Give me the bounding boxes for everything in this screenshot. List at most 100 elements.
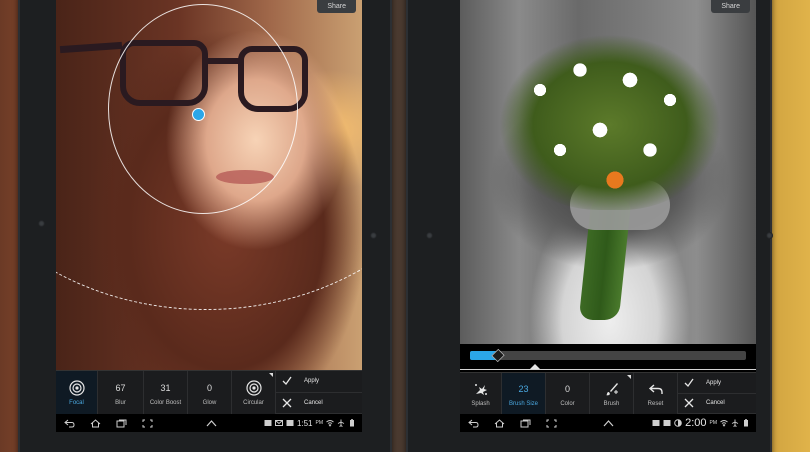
slider-divider (460, 369, 756, 370)
back-button[interactable] (56, 419, 82, 428)
recent-apps-button[interactable] (108, 419, 134, 428)
splash-icon (474, 383, 487, 395)
sensor-dot (370, 232, 377, 239)
tool-glow-label: Glow (202, 399, 217, 406)
tool-blur[interactable]: 67 Blur (98, 371, 144, 414)
tool-color-boost[interactable]: 31 Color Boost (144, 371, 188, 414)
chevron-up-icon (207, 419, 217, 426)
home-button[interactable] (486, 418, 512, 428)
portrait-photo (56, 0, 362, 370)
share-button[interactable]: Share (317, 0, 356, 13)
close-icon (684, 398, 694, 408)
back-arrow-icon (467, 419, 479, 427)
share-button[interactable]: Share (711, 0, 750, 13)
status-area: 1:51 PM (264, 419, 362, 428)
screenshot-button[interactable] (134, 419, 160, 428)
menu-up-button[interactable] (595, 419, 621, 428)
tool-blur-label: Blur (115, 399, 126, 406)
close-icon (282, 398, 292, 408)
status-clock: 1:51 (296, 418, 313, 428)
apply-button[interactable]: Apply (678, 373, 756, 394)
bouquet-photo (460, 0, 756, 344)
tool-splash[interactable]: Splash (460, 373, 502, 414)
tablet-left: Share Focal 67 Blur 31 Color Boost 0 Glo… (18, 0, 392, 452)
back-arrow-icon (63, 419, 75, 427)
chevron-up-icon (603, 419, 613, 426)
home-icon (494, 418, 504, 427)
tool-color[interactable]: 0 Color (546, 373, 590, 414)
apply-label: Apply (706, 379, 722, 386)
front-camera (426, 232, 433, 239)
submenu-indicator-icon (627, 375, 631, 379)
photo-notification-icon (286, 420, 294, 426)
tool-color-value: 0 (564, 383, 570, 394)
apply-label: Apply (304, 378, 320, 385)
cancel-label: Cancel (706, 400, 725, 407)
airplane-mode-icon (731, 419, 739, 427)
battery-icon (744, 419, 749, 427)
checkmark-icon (282, 376, 292, 386)
status-clock: 2:00 (685, 417, 707, 429)
recent-apps-icon (520, 419, 530, 427)
recent-apps-button[interactable] (512, 419, 538, 428)
back-button[interactable] (460, 419, 486, 428)
screenshot-button[interactable] (538, 419, 564, 428)
tool-circular[interactable]: Circular (232, 371, 276, 414)
tool-reset-label: Reset (647, 400, 664, 407)
tool-color-boost-value: 31 (160, 382, 171, 393)
screenshot-icon (546, 419, 556, 427)
tool-color-boost-label: Color Boost (149, 399, 182, 406)
gallery-notification-icon (264, 420, 272, 426)
action-group: Apply Cancel (276, 371, 362, 414)
photo-notification-icon (663, 420, 671, 426)
tool-focal-label: Focal (69, 399, 84, 406)
recent-apps-icon (116, 419, 126, 427)
contrast-icon (674, 419, 682, 427)
battery-icon (350, 419, 355, 427)
tool-brush-size-label: Brush Size (508, 400, 538, 407)
home-icon (90, 418, 100, 427)
apply-button[interactable]: Apply (276, 371, 362, 393)
tool-brush-size-value: 23 (518, 383, 529, 394)
tool-brush-size[interactable]: 23 Brush Size (502, 373, 546, 414)
focal-target-icon (68, 379, 85, 396)
tool-reset[interactable]: Reset (634, 373, 678, 414)
screen-splash-editor: Share Splash 23 Brush Size 0 Color Brush… (460, 0, 756, 432)
tablet-right: Share Splash 23 Brush Size 0 Color Brush… (406, 0, 773, 452)
cancel-label: Cancel (304, 399, 323, 406)
submenu-indicator-icon (269, 373, 273, 377)
sensor-dot (766, 232, 773, 239)
tool-bar-splash: Splash 23 Brush Size 0 Color Brush Reset (460, 372, 756, 414)
wifi-icon (326, 420, 334, 427)
tool-glow[interactable]: 0 Glow (188, 371, 232, 414)
status-ampm: PM (315, 420, 324, 426)
cancel-button[interactable]: Cancel (678, 394, 756, 414)
cancel-button[interactable]: Cancel (276, 393, 362, 414)
screen-focal-editor: Share Focal 67 Blur 31 Color Boost 0 Glo… (56, 0, 362, 432)
mail-notification-icon (274, 420, 283, 426)
tool-brush[interactable]: Brush (590, 373, 634, 414)
tool-focal[interactable]: Focal (56, 371, 98, 414)
home-button[interactable] (82, 418, 108, 428)
circular-target-icon (245, 379, 262, 396)
airplane-mode-icon (337, 419, 345, 427)
glasses-arm (59, 41, 123, 54)
brush-size-slider[interactable] (470, 348, 746, 363)
gallery-notification-icon (652, 420, 660, 426)
checkmark-icon (684, 378, 694, 387)
screenshot-icon (142, 419, 152, 427)
reset-arrow-icon (648, 383, 663, 394)
front-camera (38, 220, 45, 227)
status-area: 2:00 PM (652, 417, 756, 429)
tool-splash-label: Splash (471, 400, 490, 407)
tool-bar-focal: Focal 67 Blur 31 Color Boost 0 Glow Circ… (56, 370, 362, 414)
tool-brush-label: Brush (603, 400, 620, 407)
tool-blur-value: 67 (115, 382, 126, 393)
tool-circular-label: Circular (243, 399, 264, 406)
system-nav-bar: 2:00 PM (460, 414, 756, 432)
action-group: Apply Cancel (678, 373, 756, 414)
focal-center-handle[interactable] (192, 108, 205, 121)
menu-up-button[interactable] (199, 419, 225, 428)
system-nav-bar: 1:51 PM (56, 414, 362, 432)
brush-icon (605, 382, 618, 395)
